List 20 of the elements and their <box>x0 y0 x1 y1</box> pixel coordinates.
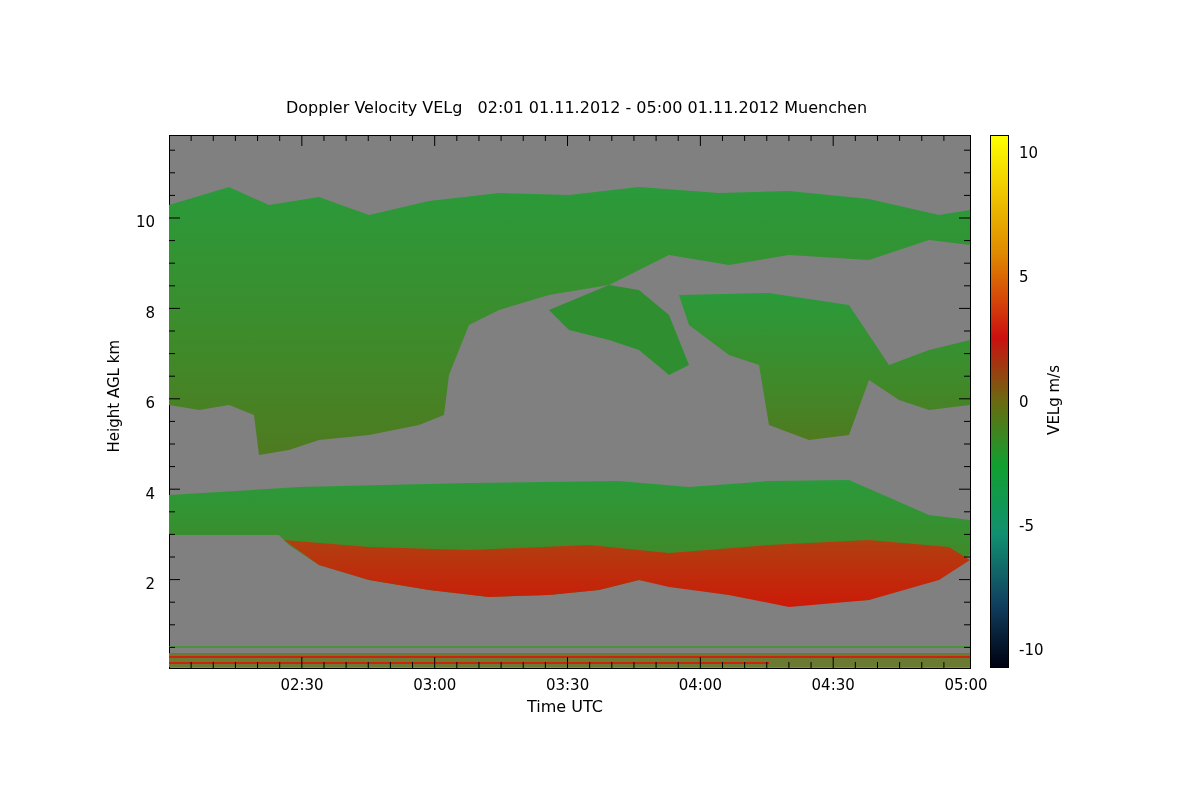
x-tick-label: 02:30 <box>280 677 324 694</box>
y-axis-label: Height AGL km <box>105 340 123 453</box>
colorbar-tick-label: 10 <box>1019 144 1039 162</box>
y-tick-label: 6 <box>145 394 155 412</box>
x-tick-label: 03:00 <box>413 677 457 694</box>
x-tick-label: 03:30 <box>546 677 590 694</box>
colorbar-tick-label: -10 <box>1019 641 1044 659</box>
chart-title: Doppler Velocity VELg 02:01 01.11.2012 - 05:00 01.11.2012 Muenchen <box>286 97 868 119</box>
y-tick-label: 10 <box>135 213 155 231</box>
y-tick-label: 4 <box>145 485 155 502</box>
colorbar-tick-label: 5 <box>1019 268 1029 286</box>
x-tick-label: 05:00 <box>944 677 988 694</box>
y-tick-label: 8 <box>145 304 155 321</box>
colorbar-tick-label: -5 <box>1019 517 1034 535</box>
x-tick-label: 04:00 <box>678 677 722 694</box>
colorbar-label: VELg m/s <box>1045 365 1063 435</box>
x-tick-label: 04:30 <box>811 677 855 694</box>
x-axis-label: Time UTC <box>527 698 603 716</box>
y-tick-label: 2 <box>145 575 155 593</box>
colorbar-tick-label: 0 <box>1019 393 1029 411</box>
